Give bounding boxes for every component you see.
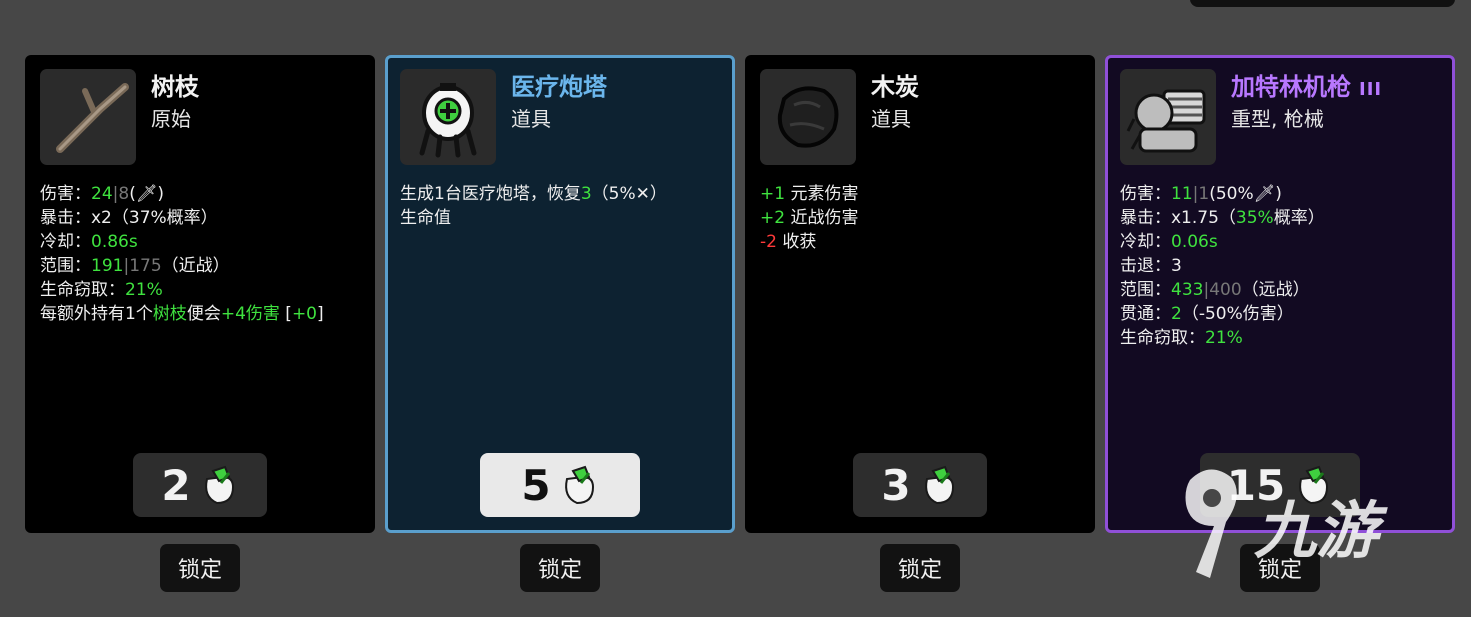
stat-range: 范围：433|400（远战） bbox=[1120, 280, 1310, 300]
stat-damage: 伤害：24|8(🗡) bbox=[40, 184, 165, 204]
material-bag-icon bbox=[924, 465, 954, 505]
item-type: 原始 bbox=[151, 107, 191, 131]
lock-button[interactable]: 锁定 bbox=[880, 544, 960, 592]
effect-harvest: -2 收获 bbox=[760, 232, 817, 252]
effect-melee: +2 近战伤害 bbox=[760, 208, 859, 228]
lock-button[interactable]: 锁定 bbox=[160, 544, 240, 592]
stat-pierce: 贯通：2（-50%伤害） bbox=[1120, 304, 1294, 324]
buy-price-button[interactable]: 5 bbox=[480, 453, 640, 517]
price-value: 2 bbox=[161, 460, 191, 510]
buy-price-button[interactable]: 3 bbox=[853, 453, 987, 517]
stat-bonus: 每额外持有1个树枝便会+4伤害 [+0] bbox=[40, 304, 324, 324]
stat-knockback: 击退：3 bbox=[1120, 256, 1182, 276]
charcoal-icon bbox=[760, 69, 856, 165]
shop-card-medical-turret[interactable]: 医疗炮塔 道具 生成1台医疗炮塔，恢复3（5%✕） 生命值 5 bbox=[385, 55, 735, 533]
tier-badge: III bbox=[1359, 79, 1383, 100]
item-name: 树枝 bbox=[151, 73, 199, 101]
material-bag-icon bbox=[204, 465, 234, 505]
item-type: 道具 bbox=[871, 107, 911, 131]
stat-crit: 暴击：x1.75（35%概率） bbox=[1120, 208, 1325, 228]
lock-button[interactable]: 锁定 bbox=[520, 544, 600, 592]
lock-button[interactable]: 锁定 bbox=[1240, 544, 1320, 592]
item-description: 生成1台医疗炮塔，恢复3（5%✕） 生命值 bbox=[400, 184, 667, 228]
stat-cooldown: 冷却：0.06s bbox=[1120, 232, 1218, 252]
gatling-gun-icon bbox=[1120, 69, 1216, 165]
top-panel-edge bbox=[1190, 0, 1455, 7]
stat-crit: 暴击：x2（37%概率） bbox=[40, 208, 218, 228]
material-bag-icon bbox=[564, 465, 594, 505]
item-name: 木炭 bbox=[871, 73, 919, 101]
item-name: 医疗炮塔 bbox=[511, 73, 607, 101]
stick-icon bbox=[40, 69, 136, 165]
stat-damage: 伤害：11|1(50%🗡) bbox=[1120, 184, 1282, 204]
item-stats: 伤害：11|1(50%🗡) 暴击：x1.75（35%概率） 冷却：0.06s 击… bbox=[1120, 182, 1442, 350]
buy-price-button[interactable]: 2 bbox=[133, 453, 267, 517]
shop-card-stick[interactable]: 树枝 原始 伤害：24|8(🗡) 暴击：x2（37%概率） 冷却：0.86s 范… bbox=[25, 55, 375, 533]
price-value: 3 bbox=[881, 460, 911, 510]
stat-lifesteal: 生命窃取：21% bbox=[1120, 328, 1243, 348]
effect-elemental: +1 元素伤害 bbox=[760, 184, 859, 204]
item-type: 道具 bbox=[511, 107, 551, 131]
price-value: 15 bbox=[1226, 460, 1286, 510]
item-name: 加特林机枪 III bbox=[1231, 73, 1383, 101]
item-stats: 伤害：24|8(🗡) 暴击：x2（37%概率） 冷却：0.86s 范围：191|… bbox=[40, 182, 365, 326]
shop-card-gatling[interactable]: 加特林机枪 III 重型, 枪械 伤害：11|1(50%🗡) 暴击：x1.75（3… bbox=[1105, 55, 1455, 533]
item-type: 重型, 枪械 bbox=[1231, 107, 1324, 131]
price-value: 5 bbox=[521, 460, 551, 510]
medical-turret-icon bbox=[400, 69, 496, 165]
shop-card-charcoal[interactable]: 木炭 道具 +1 元素伤害 +2 近战伤害 -2 收获 3 bbox=[745, 55, 1095, 533]
material-bag-icon bbox=[1299, 465, 1329, 505]
stat-lifesteal: 生命窃取：21% bbox=[40, 280, 163, 300]
stat-cooldown: 冷却：0.86s bbox=[40, 232, 138, 252]
item-effects: +1 元素伤害 +2 近战伤害 -2 收获 bbox=[760, 182, 1085, 254]
buy-price-button[interactable]: 15 bbox=[1200, 453, 1360, 517]
stat-range: 范围：191|175（近战） bbox=[40, 256, 230, 276]
